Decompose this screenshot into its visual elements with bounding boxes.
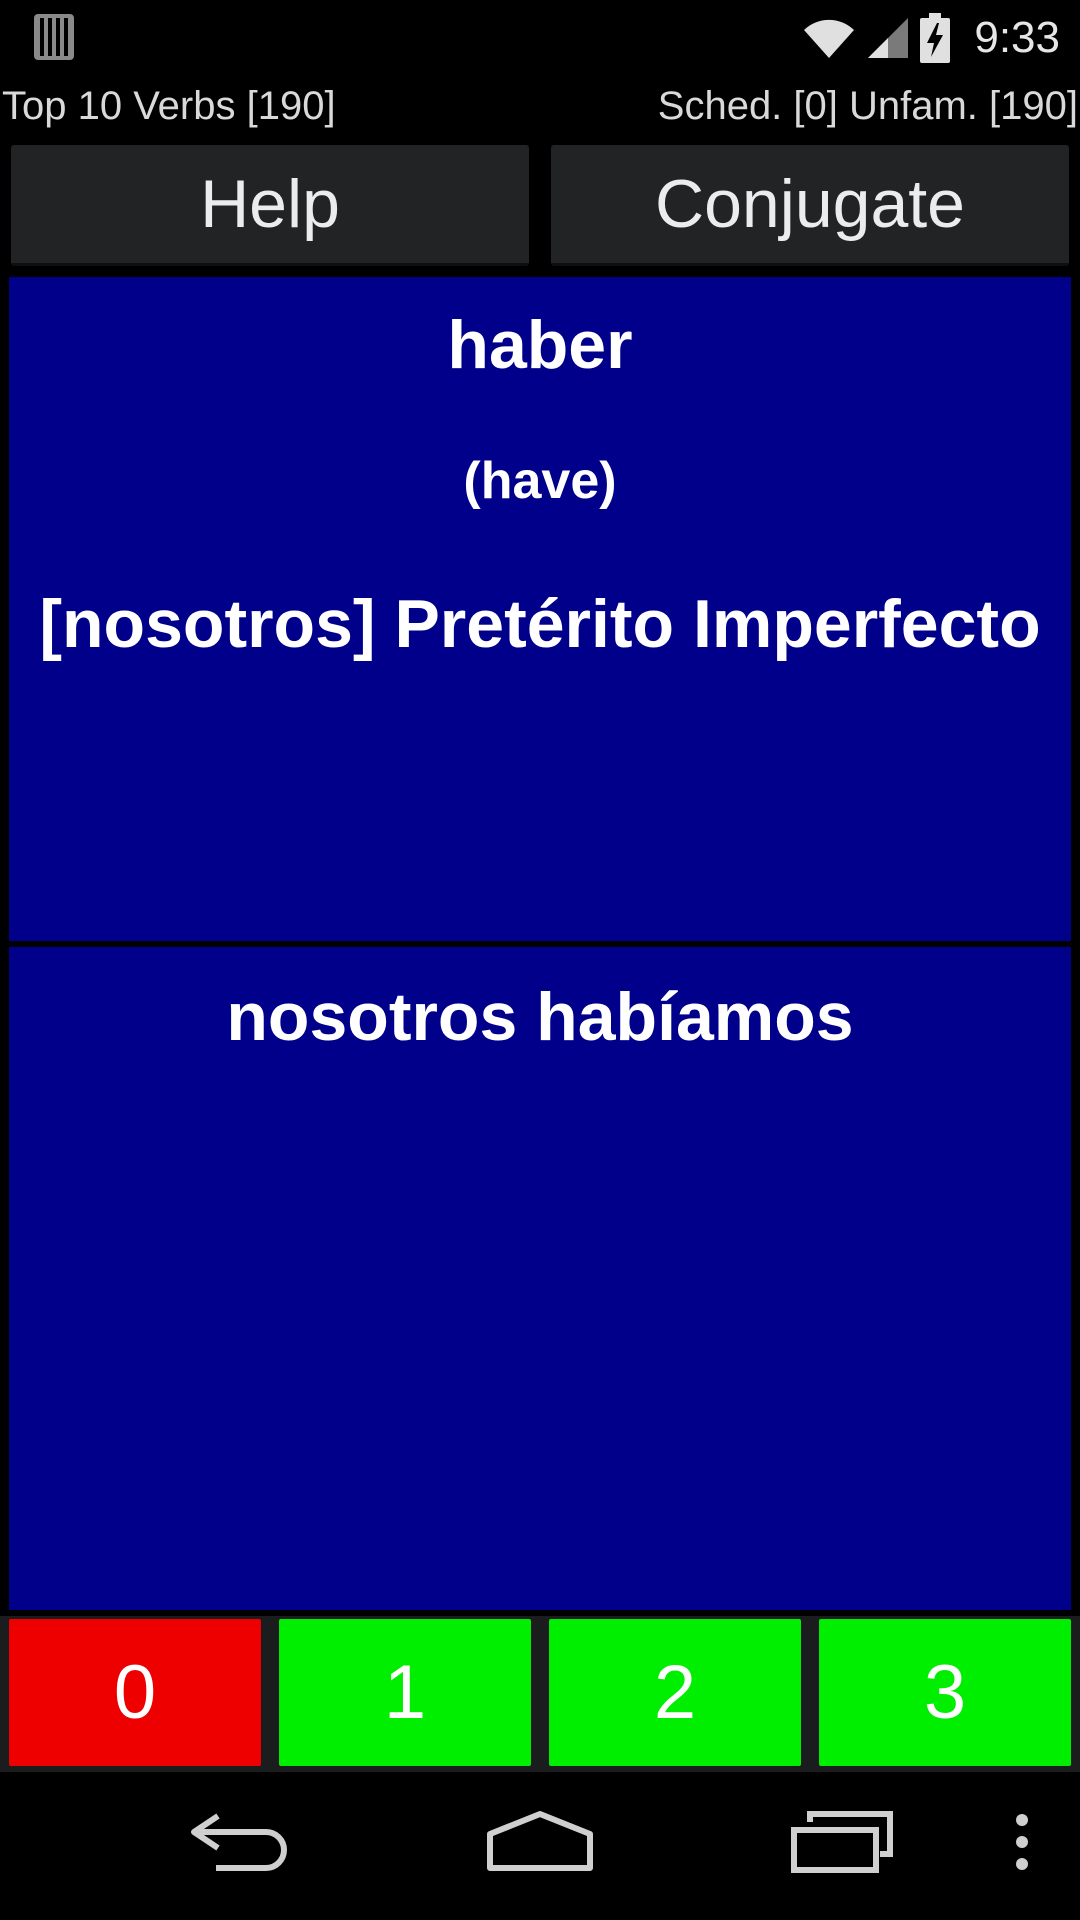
help-button[interactable]: Help <box>11 145 529 266</box>
deck-title: Top 10 Verbs [190] <box>2 84 336 128</box>
conjugation-prompt: [nosotros] Pretérito Imperfecto <box>39 586 1041 662</box>
navigation-bar <box>0 1772 1080 1920</box>
rating-button-0[interactable]: 0 <box>9 1619 261 1766</box>
rating-button-3[interactable]: 3 <box>819 1619 1071 1766</box>
conjugate-button[interactable]: Conjugate <box>551 145 1069 266</box>
status-time: 9:33 <box>974 12 1060 62</box>
recent-apps-icon[interactable] <box>790 1810 894 1874</box>
deck-stats: Sched. [0] Unfam. [190] <box>657 84 1078 128</box>
rating-button-2[interactable]: 2 <box>549 1619 801 1766</box>
answer-text: nosotros habíamos <box>226 979 854 1055</box>
signal-icon <box>868 17 909 58</box>
status-bar: 9:33 <box>0 0 1080 75</box>
wifi-icon <box>804 19 855 58</box>
battery-charging-icon <box>920 12 951 63</box>
notification-bars-icon <box>34 14 74 60</box>
status-icons: 9:33 <box>802 0 1060 75</box>
verb-translation: (have) <box>463 452 617 510</box>
question-card[interactable]: haber (have) [nosotros] Pretérito Imperf… <box>9 277 1071 941</box>
rating-bar: 0 1 2 3 <box>0 1616 1080 1772</box>
home-icon[interactable] <box>484 1810 596 1874</box>
overflow-menu-icon[interactable] <box>1010 1810 1034 1874</box>
verb-infinitive: haber <box>447 307 633 383</box>
answer-card[interactable]: nosotros habíamos <box>9 947 1071 1610</box>
back-icon[interactable] <box>188 1810 292 1874</box>
rating-button-1[interactable]: 1 <box>279 1619 531 1766</box>
deck-header: Top 10 Verbs [190] Sched. [0] Unfam. [19… <box>0 78 1080 134</box>
